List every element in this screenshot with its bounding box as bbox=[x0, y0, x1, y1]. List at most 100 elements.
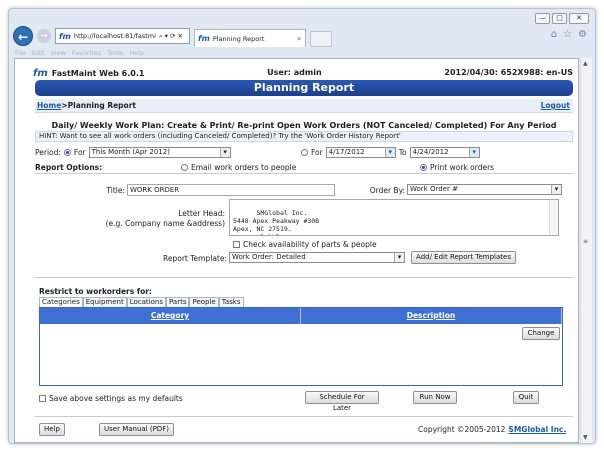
address-text: http://localhost:81/fastmi bbox=[73, 32, 156, 40]
tab-categories[interactable]: Categories bbox=[39, 297, 83, 307]
quit-button[interactable]: Quit bbox=[513, 391, 539, 404]
new-tab-button[interactable] bbox=[310, 31, 332, 47]
letter-head-hint: (e.g. Company name &address) bbox=[105, 219, 225, 228]
home-link[interactable]: Home bbox=[37, 101, 61, 110]
page-scrollbar[interactable]: ▲ ≡ ▼ bbox=[580, 58, 592, 443]
app-name-text: FastMaint Web 6.0.1 bbox=[51, 69, 145, 78]
restrict-label: Restrict to workorders for: bbox=[39, 287, 152, 296]
check-parts-row[interactable]: Check availability of parts & people bbox=[233, 240, 377, 249]
help-button[interactable]: Help bbox=[39, 423, 65, 436]
nav-bar: ← → fm http://localhost:81/fastmi ⌕ ▾ ⟳ … bbox=[13, 25, 332, 47]
save-settings-checkbox[interactable] bbox=[39, 395, 46, 402]
period-for-radio[interactable] bbox=[63, 149, 71, 156]
scroll-grip-icon[interactable]: ≡ bbox=[583, 238, 588, 245]
change-button[interactable]: Change bbox=[522, 327, 560, 340]
template-label: Report Template: bbox=[163, 254, 227, 263]
copyright: Copyright ©2005-2012 SMGlobal Inc. bbox=[418, 425, 566, 434]
order-by-label: Order By: bbox=[369, 186, 405, 195]
scroll-down-icon[interactable]: ▼ bbox=[583, 434, 588, 441]
from-date-picker[interactable]: 4/17/2012 bbox=[325, 147, 396, 158]
home-icon[interactable]: ⌂ bbox=[551, 29, 557, 40]
textarea-scrollbar[interactable] bbox=[549, 200, 558, 235]
close-button[interactable]: ✕ bbox=[569, 13, 589, 24]
tab-tasks[interactable]: Tasks bbox=[218, 297, 244, 307]
email-option-label: Email work orders to people bbox=[191, 163, 297, 172]
menu-edit[interactable]: Edit bbox=[32, 49, 45, 57]
tab-people[interactable]: People bbox=[189, 297, 219, 307]
save-settings-row[interactable]: Save above settings as my defaults bbox=[39, 394, 183, 403]
forward-arrow-icon[interactable]: → bbox=[37, 29, 51, 43]
search-icon[interactable]: ⌕ ▾ ⟳ ✕ bbox=[159, 32, 183, 41]
page-title: Planning Report bbox=[35, 80, 573, 96]
maximize-button[interactable]: □ bbox=[552, 13, 567, 24]
copyright-text: Copyright ©2005-2012 bbox=[418, 425, 506, 434]
order-by-select[interactable]: Work Order # bbox=[407, 184, 562, 195]
restrict-grid: Category Description Change bbox=[39, 307, 563, 386]
menu-file[interactable]: File bbox=[15, 49, 26, 57]
minimize-button[interactable]: — bbox=[535, 13, 550, 24]
breadcrumb-current: >Planning Report bbox=[61, 101, 136, 110]
tab-title: Planning Report bbox=[212, 34, 265, 43]
print-option[interactable]: Print work orders bbox=[420, 163, 494, 172]
page-description: Daily/ Weekly Work Plan: Create & Print/… bbox=[51, 121, 557, 130]
menu-favorites[interactable]: Favorites bbox=[72, 49, 101, 57]
edit-templates-button[interactable]: Add/ Edit Report Templates bbox=[411, 251, 516, 264]
save-settings-label: Save above settings as my defaults bbox=[49, 394, 183, 403]
toolbar-icons: ⌂ ☆ ⚙ bbox=[551, 29, 587, 40]
menu-view[interactable]: View bbox=[50, 49, 65, 57]
period-row: Period: For This Month (Apr 2012) bbox=[35, 147, 231, 158]
period-select[interactable]: This Month (Apr 2012) bbox=[88, 147, 231, 158]
app-name: fm FastMaint Web 6.0.1 bbox=[33, 68, 144, 79]
category-column-header[interactable]: Category bbox=[40, 308, 301, 324]
check-parts-label: Check availability of parts & people bbox=[243, 240, 377, 249]
gear-icon[interactable]: ⚙ bbox=[578, 29, 587, 40]
fastmaint-logo-icon: fm bbox=[33, 68, 48, 79]
letter-head-textarea[interactable]: SMGlobal Inc. 5448 Apex Peakway #308 Ape… bbox=[229, 199, 559, 236]
date-range-row: For 4/17/2012 To 4/24/2012 bbox=[301, 147, 480, 158]
date-for-label: For bbox=[311, 148, 323, 157]
address-bar[interactable]: fm http://localhost:81/fastmi ⌕ ▾ ⟳ ✕ bbox=[55, 28, 190, 44]
logout-link[interactable]: Logout bbox=[541, 99, 570, 113]
session-info: 2012/04/30: 652X988: en-US bbox=[444, 68, 573, 77]
browser-tab[interactable]: fm Planning Report ✕ bbox=[194, 29, 306, 47]
email-option[interactable]: Email work orders to people bbox=[181, 163, 296, 172]
tab-favicon-icon: fm bbox=[198, 34, 210, 43]
print-radio[interactable] bbox=[420, 164, 427, 171]
description-column-header[interactable]: Description bbox=[301, 308, 562, 324]
hint-text: HINT: Want to see all work orders (inclu… bbox=[35, 131, 573, 142]
back-arrow-icon[interactable]: ← bbox=[13, 26, 33, 46]
divider bbox=[35, 416, 573, 417]
tab-parts[interactable]: Parts bbox=[166, 297, 190, 307]
period-label: Period: bbox=[35, 148, 61, 157]
user-manual-button[interactable]: User Manual (PDF) bbox=[99, 423, 174, 436]
tab-close-icon[interactable]: ✕ bbox=[297, 35, 302, 43]
grid-header: Category Description bbox=[40, 308, 562, 324]
company-link[interactable]: SMGlobal Inc. bbox=[508, 425, 566, 434]
title-input[interactable]: WORK ORDER bbox=[127, 184, 335, 196]
run-now-button[interactable]: Run Now bbox=[413, 391, 457, 404]
window-controls: — □ ✕ bbox=[535, 13, 589, 24]
restrict-tabs: Categories Equipment Locations Parts Peo… bbox=[39, 297, 244, 307]
app-header: fm FastMaint Web 6.0.1 User: admin 2012/0… bbox=[33, 68, 573, 79]
site-favicon-icon: fm bbox=[59, 31, 71, 41]
date-range-radio[interactable] bbox=[301, 149, 308, 156]
schedule-button[interactable]: Schedule For Later bbox=[305, 391, 379, 412]
page-content: fm FastMaint Web 6.0.1 User: admin 2012/0… bbox=[14, 58, 579, 443]
menu-bar: File Edit View Favorites Tools Help bbox=[15, 49, 144, 57]
template-select[interactable]: Work Order: Detailed bbox=[229, 252, 405, 263]
tab-equipment[interactable]: Equipment bbox=[82, 297, 127, 307]
to-label: To bbox=[398, 148, 407, 157]
tab-locations[interactable]: Locations bbox=[126, 297, 166, 307]
scroll-up-icon[interactable]: ▲ bbox=[583, 60, 588, 67]
menu-help[interactable]: Help bbox=[129, 49, 144, 57]
letter-head-text: SMGlobal Inc. 5448 Apex Peakway #308 Ape… bbox=[233, 209, 320, 235]
period-for-label: For bbox=[73, 148, 86, 157]
user-label: User: admin bbox=[267, 68, 322, 77]
report-options-label: Report Options: bbox=[35, 163, 103, 172]
menu-tools[interactable]: Tools bbox=[107, 49, 123, 57]
check-parts-checkbox[interactable] bbox=[233, 241, 240, 248]
to-date-picker[interactable]: 4/24/2012 bbox=[409, 147, 480, 158]
email-radio[interactable] bbox=[181, 164, 188, 171]
star-icon[interactable]: ☆ bbox=[563, 29, 572, 40]
browser-window: — □ ✕ ← → fm http://localhost:81/fastmi … bbox=[8, 8, 596, 444]
